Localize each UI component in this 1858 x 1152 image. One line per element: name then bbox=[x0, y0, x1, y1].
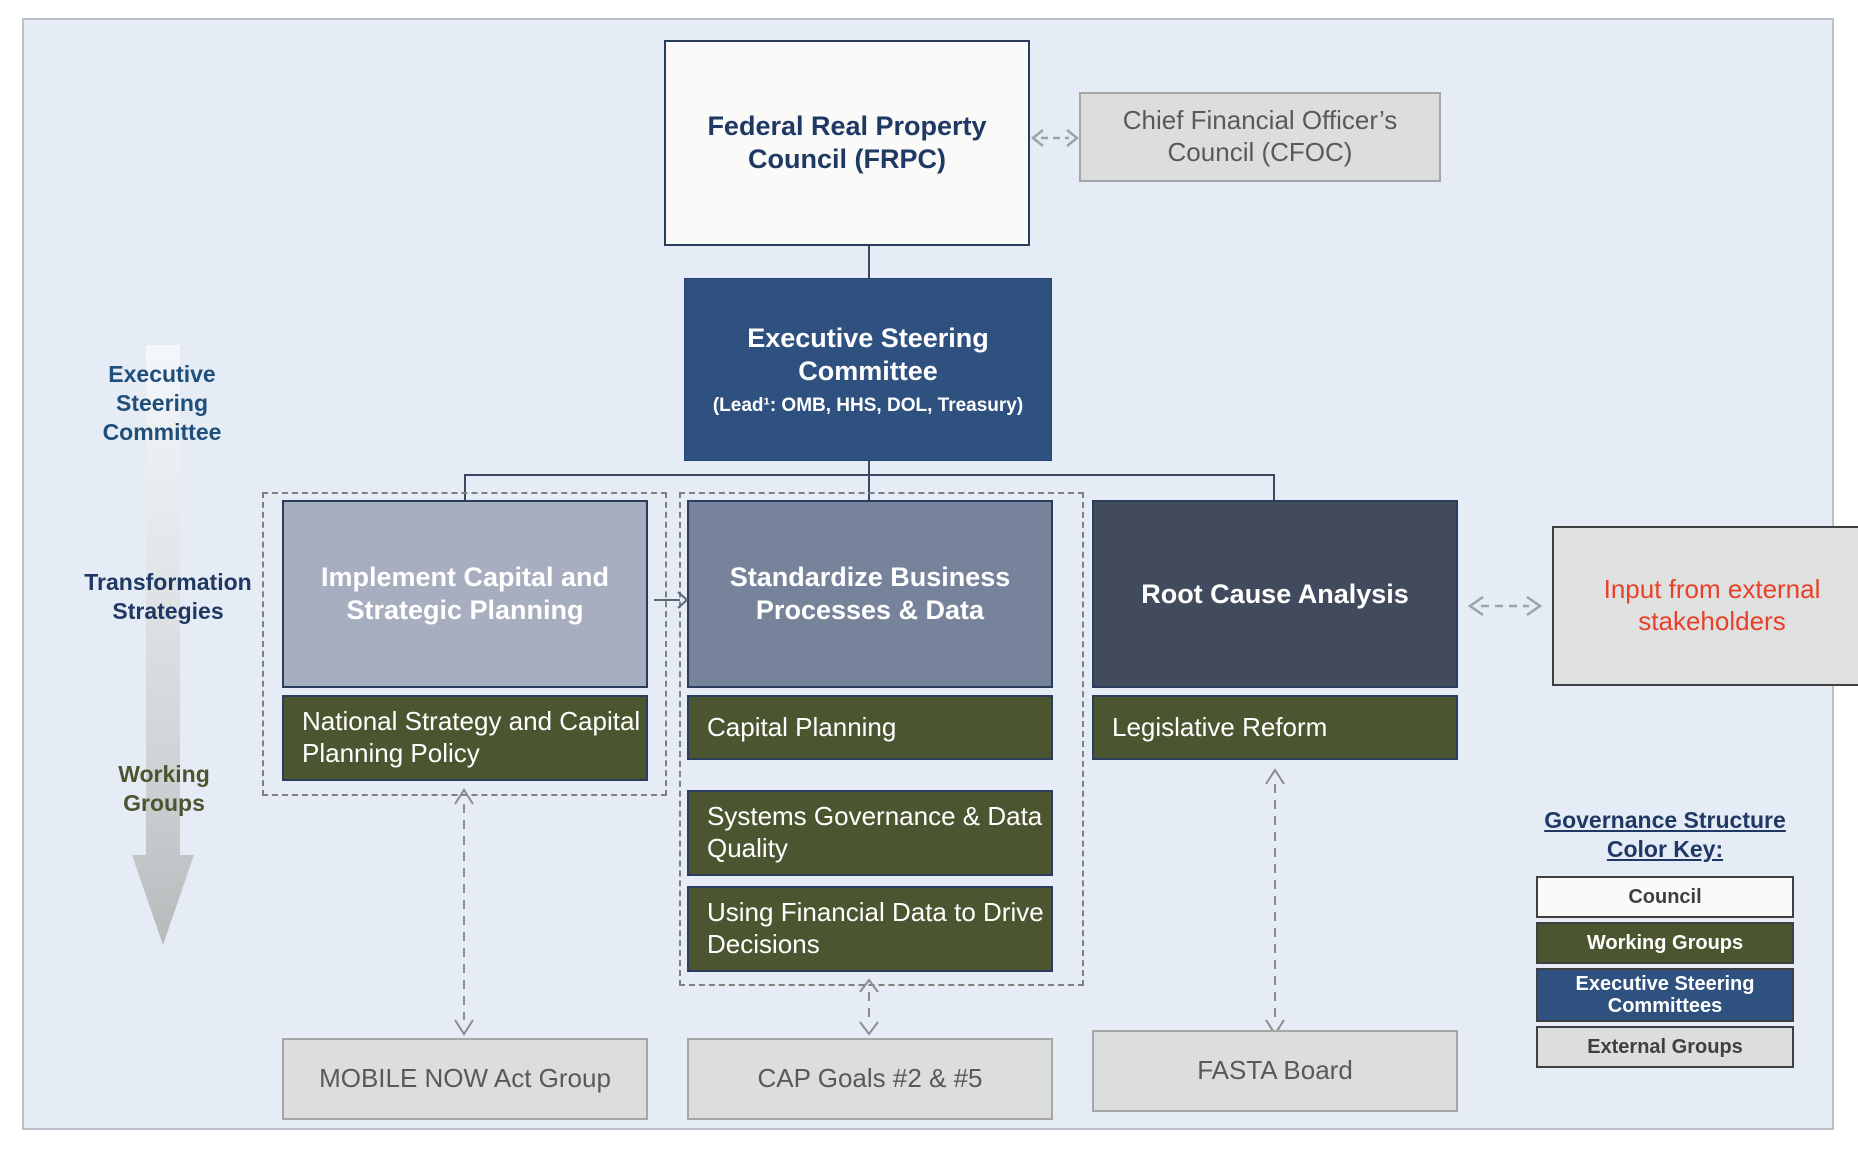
legend-title: Governance Structure Color Key: bbox=[1544, 807, 1786, 862]
working-group-label: Capital Planning bbox=[707, 711, 897, 742]
esc-sublabel: (Lead¹: OMB, HHS, DOL, Treasury) bbox=[712, 394, 1024, 416]
legend: Governance Structure Color Key: Council … bbox=[1536, 806, 1794, 1072]
diagram-canvas: Executive Steering Committee Transformat… bbox=[0, 0, 1858, 1152]
external-group-label: FASTA Board bbox=[1197, 1055, 1353, 1086]
council-label: Federal Real Property Council (FRPC) bbox=[707, 111, 987, 174]
arrow-col1-to-col2 bbox=[654, 591, 689, 609]
double-arrow-root-cause-to-external-input bbox=[1467, 595, 1543, 617]
connector-frpc-to-esc bbox=[868, 246, 870, 279]
strategy-label: Root Cause Analysis bbox=[1141, 578, 1409, 609]
dashed-connector-col1-to-mobile-now bbox=[454, 788, 474, 1036]
legend-item-label: External Groups bbox=[1587, 1035, 1743, 1058]
legend-item-label: Council bbox=[1628, 885, 1702, 908]
axis-label-text: Working Groups bbox=[118, 761, 210, 816]
legend-item-label: Working Groups bbox=[1586, 931, 1744, 954]
box-input-from-external-stakeholders[interactable]: Input from external stakeholders bbox=[1552, 526, 1858, 686]
box-systems-governance-and-data-quality[interactable]: Systems Governance & Data Quality bbox=[687, 790, 1053, 876]
box-implement-capital-and-strategic-planning[interactable]: Implement Capital and Strategic Planning bbox=[282, 500, 648, 688]
dashed-connector-col2-to-cap-goals bbox=[859, 978, 879, 1036]
axis-label-executive-steering-committee: Executive Steering Committee bbox=[82, 360, 242, 446]
legend-item-label: Executive Steering Committees bbox=[1575, 972, 1755, 1017]
box-using-financial-data-to-drive-decisions[interactable]: Using Financial Data to Drive Decisions bbox=[687, 886, 1053, 972]
strategy-label: Standardize Business Processes & Data bbox=[729, 562, 1011, 625]
box-standardize-business-processes-and-data[interactable]: Standardize Business Processes & Data bbox=[687, 500, 1053, 688]
axis-label-text: Executive Steering Committee bbox=[102, 361, 222, 445]
working-group-label: Using Financial Data to Drive Decisions bbox=[707, 897, 1044, 959]
box-chief-financial-officers-council[interactable]: Chief Financial Officer’s Council (CFOC) bbox=[1079, 92, 1441, 182]
dashed-connector-col3-to-fasta-board bbox=[1265, 768, 1285, 1036]
diagram-panel: Executive Steering Committee Transformat… bbox=[22, 18, 1858, 1130]
box-national-strategy-and-capital-planning-policy[interactable]: National Strategy and Capital Planning P… bbox=[282, 695, 648, 781]
strategy-label: Implement Capital and Strategic Planning bbox=[320, 562, 610, 625]
esc-label: Executive Steering Committee bbox=[747, 322, 989, 386]
working-group-label: Legislative Reform bbox=[1112, 711, 1328, 742]
box-mobile-now-act-group[interactable]: MOBILE NOW Act Group bbox=[282, 1038, 648, 1120]
axis-label-transformation-strategies: Transformation Strategies bbox=[58, 568, 278, 626]
axis-label-text: Transformation Strategies bbox=[84, 569, 252, 624]
external-group-label: CAP Goals #2 & #5 bbox=[757, 1063, 983, 1094]
working-group-label: National Strategy and Capital Planning P… bbox=[302, 706, 641, 768]
axis-label-working-groups: Working Groups bbox=[94, 760, 234, 818]
connector-esc-down bbox=[868, 460, 870, 475]
external-group-label: MOBILE NOW Act Group bbox=[319, 1063, 611, 1094]
box-executive-steering-committee[interactable]: Executive Steering Committee (Lead¹: OMB… bbox=[684, 278, 1052, 461]
working-group-label: Systems Governance & Data Quality bbox=[707, 801, 1043, 863]
legend-item-external-groups[interactable]: External Groups bbox=[1536, 1025, 1794, 1068]
double-arrow-frpc-cfoc bbox=[1030, 129, 1080, 147]
connector-bus-to-col3 bbox=[1273, 474, 1275, 500]
legend-item-council[interactable]: Council bbox=[1536, 875, 1794, 918]
legend-item-working-groups[interactable]: Working Groups bbox=[1536, 921, 1794, 964]
box-root-cause-analysis[interactable]: Root Cause Analysis bbox=[1092, 500, 1458, 688]
external-input-label: Input from external stakeholders bbox=[1603, 574, 1821, 636]
box-cap-goals[interactable]: CAP Goals #2 & #5 bbox=[687, 1038, 1053, 1120]
box-fasta-board[interactable]: FASTA Board bbox=[1092, 1030, 1458, 1112]
legend-item-executive-steering-committees[interactable]: Executive Steering Committees bbox=[1536, 967, 1794, 1022]
box-legislative-reform[interactable]: Legislative Reform bbox=[1092, 695, 1458, 760]
box-federal-real-property-council[interactable]: Federal Real Property Council (FRPC) bbox=[664, 40, 1030, 246]
cfoc-label: Chief Financial Officer’s Council (CFOC) bbox=[1122, 105, 1398, 167]
box-capital-planning[interactable]: Capital Planning bbox=[687, 695, 1053, 760]
